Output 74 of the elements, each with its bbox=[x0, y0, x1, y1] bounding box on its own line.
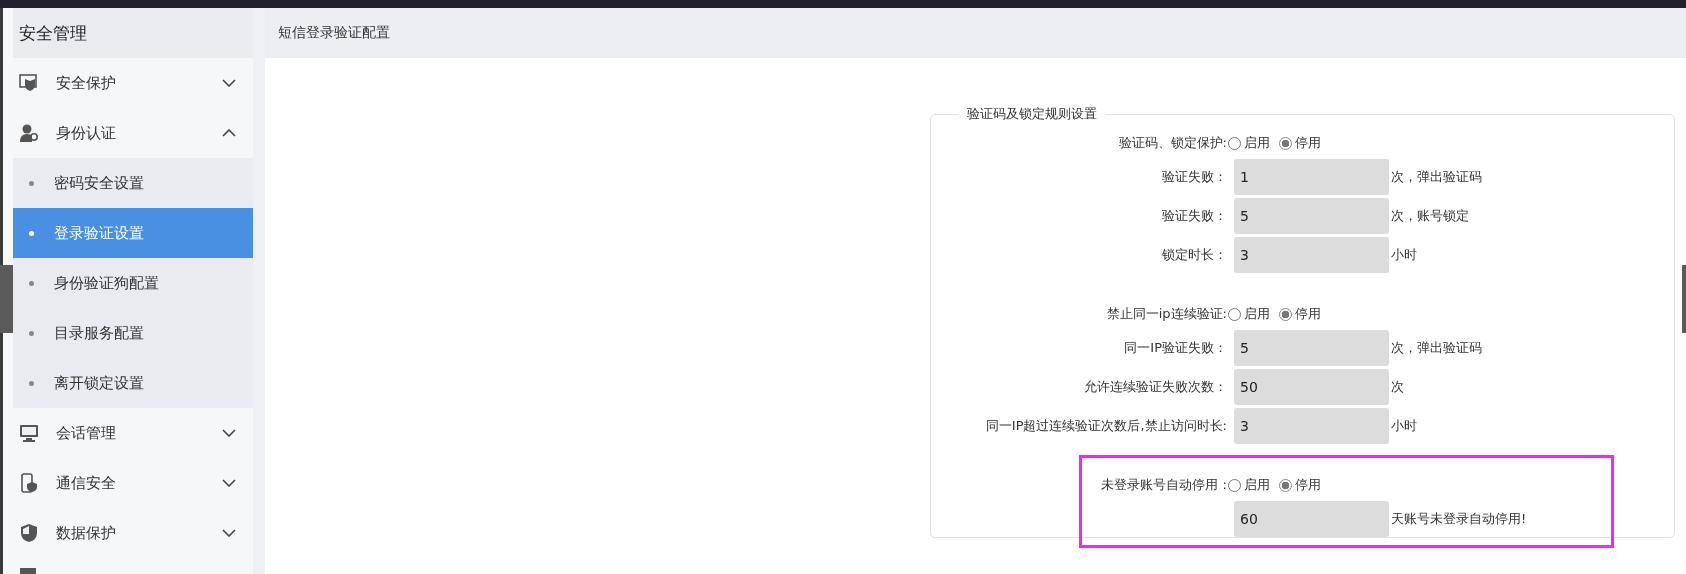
radio-button[interactable] bbox=[1279, 136, 1292, 150]
chevron-icon bbox=[222, 429, 236, 437]
field-label: 锁定时长： bbox=[1161, 245, 1227, 264]
bullet-icon bbox=[29, 280, 34, 286]
panel-legend: 验证码及锁定规则设置 bbox=[959, 105, 1105, 123]
radio-label: 启用 bbox=[1244, 134, 1270, 152]
radio-button[interactable] bbox=[1228, 478, 1241, 492]
field-suffix: 小时 bbox=[1391, 245, 1417, 264]
menu-label: 安全保护 bbox=[56, 73, 117, 93]
scroll-handle[interactable] bbox=[0, 265, 13, 333]
radio-button[interactable] bbox=[1228, 136, 1241, 150]
submenu-label: 身份验证狗配置 bbox=[54, 273, 159, 293]
submenu-item[interactable]: 密码安全设置 bbox=[13, 158, 253, 208]
chevron-icon bbox=[222, 79, 236, 87]
field-label: 允许连续验证失败次数： bbox=[1083, 377, 1227, 396]
page-title: 短信登录验证配置 bbox=[278, 24, 390, 42]
input-field[interactable]: 3 bbox=[1234, 236, 1389, 273]
submenu-item[interactable]: 身份验证狗配置 bbox=[13, 258, 253, 308]
monitor-icon bbox=[19, 423, 39, 443]
field-label: 验证失败： bbox=[1161, 206, 1227, 225]
input-field[interactable]: 1 bbox=[1234, 158, 1389, 195]
monitor-shield-icon bbox=[19, 73, 39, 93]
input-field[interactable]: 3 bbox=[1234, 407, 1389, 444]
field-label: 禁止同一ip连续验证: bbox=[1105, 305, 1227, 323]
input-field[interactable]: 60 bbox=[1234, 500, 1389, 537]
field-label: 未登录账号自动停用 : bbox=[1100, 476, 1227, 494]
radio-label: 停用 bbox=[1295, 305, 1321, 323]
chevron-icon bbox=[222, 479, 236, 487]
submenu-label: 目录服务配置 bbox=[54, 323, 144, 343]
submenu-label: 离开锁定设置 bbox=[54, 373, 144, 393]
radio-button[interactable] bbox=[1279, 478, 1292, 492]
field-suffix: 次，弹出验证码 bbox=[1391, 167, 1482, 186]
submenu-item[interactable]: 离开锁定设置 bbox=[13, 358, 253, 408]
radio-label: 启用 bbox=[1244, 305, 1270, 323]
submenu-label: 密码安全设置 bbox=[54, 173, 144, 193]
bullet-icon bbox=[29, 380, 34, 386]
radio-button[interactable] bbox=[1228, 307, 1241, 321]
field-label: 验证码、锁定保护: bbox=[1117, 134, 1227, 152]
sidebar-title: 安全管理 bbox=[13, 8, 253, 58]
menu-item[interactable]: 安全保护 bbox=[13, 58, 253, 108]
radio-label: 停用 bbox=[1295, 134, 1321, 152]
user-gear-icon bbox=[19, 123, 39, 143]
menu-item[interactable]: 会话管理 bbox=[13, 408, 253, 458]
phone-shield-icon bbox=[19, 473, 39, 493]
field-suffix: 次，弹出验证码 bbox=[1391, 338, 1482, 357]
chevron-icon bbox=[222, 529, 236, 537]
submenu-label: 登录验证设置 bbox=[54, 223, 144, 243]
menu-item[interactable]: 数据保护 bbox=[13, 508, 253, 558]
field-label: 验证失败： bbox=[1161, 167, 1227, 186]
menu-label: 通信安全 bbox=[56, 473, 117, 493]
radio-label: 启用 bbox=[1244, 476, 1270, 494]
menu-label: 数据保护 bbox=[56, 523, 117, 543]
radio-button[interactable] bbox=[1279, 307, 1292, 321]
scroll-handle[interactable] bbox=[1682, 265, 1686, 333]
menu-label: 会话管理 bbox=[56, 423, 117, 443]
menu-item[interactable]: 身份认证 bbox=[13, 108, 253, 158]
bullet-icon bbox=[29, 230, 34, 236]
bullet-icon bbox=[29, 180, 34, 186]
radio-label: 停用 bbox=[1295, 476, 1321, 494]
submenu-item[interactable]: 目录服务配置 bbox=[13, 308, 253, 358]
field-suffix: 小时 bbox=[1391, 416, 1417, 435]
field-label: 同一IP验证失败： bbox=[1123, 338, 1227, 357]
input-field[interactable]: 5 bbox=[1234, 197, 1389, 234]
chevron-icon bbox=[222, 129, 236, 137]
field-suffix: 次，账号锁定 bbox=[1391, 206, 1469, 225]
field-label: 同一IP超过连续验证次数后,禁止访问时长: bbox=[984, 416, 1227, 435]
menu-item[interactable]: 通信安全 bbox=[13, 458, 253, 508]
field-suffix: 天账号未登录自动停用! bbox=[1391, 509, 1527, 528]
input-field[interactable]: 5 bbox=[1234, 329, 1389, 366]
menu-label: 身份认证 bbox=[56, 123, 117, 143]
bullet-icon bbox=[29, 330, 34, 336]
shield-icon bbox=[19, 523, 39, 543]
input-field[interactable]: 50 bbox=[1234, 368, 1389, 405]
field-suffix: 次 bbox=[1391, 377, 1404, 396]
